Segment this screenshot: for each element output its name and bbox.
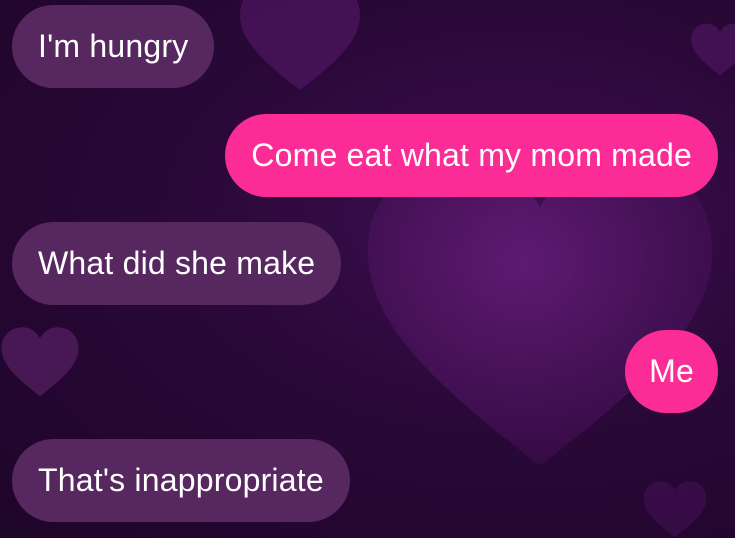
message-sent[interactable]: Come eat what my mom made	[225, 114, 718, 197]
message-text: What did she make	[38, 245, 316, 281]
message-list: I'm hungry Come eat what my mom made Wha…	[0, 0, 735, 538]
message-text: Come eat what my mom made	[251, 137, 692, 173]
message-text: That's inappropriate	[38, 462, 324, 498]
message-text: Me	[649, 353, 694, 389]
message-sent[interactable]: Me	[625, 330, 718, 413]
message-text: I'm hungry	[38, 28, 189, 64]
message-received[interactable]: What did she make	[12, 222, 342, 305]
message-received[interactable]: That's inappropriate	[12, 439, 350, 522]
message-received[interactable]: I'm hungry	[12, 5, 215, 88]
